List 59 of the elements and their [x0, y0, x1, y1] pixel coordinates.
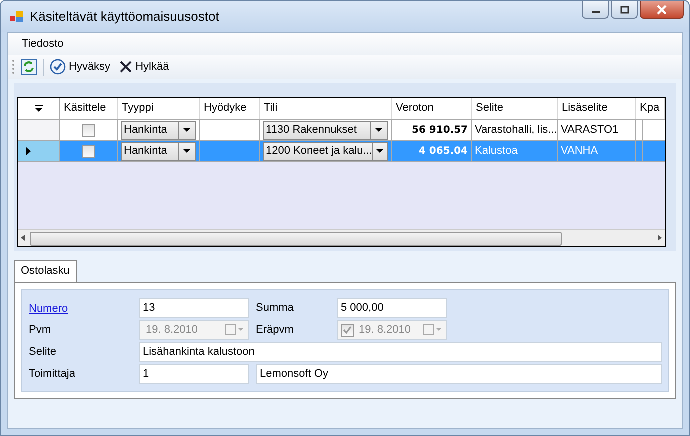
- field-label: Toimittaja: [29, 368, 76, 380]
- refresh-button[interactable]: [19, 58, 39, 76]
- scroll-thumb[interactable]: [30, 232, 562, 246]
- field-label: Eräpvm: [255, 324, 295, 336]
- checkbox[interactable]: [82, 124, 95, 136]
- column-header[interactable]: Hyödyke: [200, 98, 260, 119]
- table-row[interactable]: Hankinta 1130 Rakennukset 56 910.57 Varastohalli, lis... VARASTO1: [18, 120, 665, 141]
- tab[interactable]: Ostolasku: [14, 260, 77, 282]
- dropdown-arrow-icon: [183, 128, 191, 132]
- type-dropdown[interactable]: Hankinta: [121, 142, 196, 160]
- minimize-button[interactable]: [582, 1, 609, 19]
- account-dropdown[interactable]: 1130 Rakennukset: [263, 120, 388, 140]
- input-field[interactable]: 5 000,00: [337, 298, 447, 318]
- column-header[interactable]: Käsittele: [60, 98, 118, 119]
- column-header[interactable]: Veroton: [392, 98, 472, 119]
- table-cell: Kalustoa: [475, 145, 518, 157]
- window-title: Käsiteltävät käyttöomaisuusostot: [30, 9, 220, 24]
- field-label: Pvm: [29, 324, 52, 336]
- type-dropdown[interactable]: Hankinta: [121, 120, 196, 140]
- table-row[interactable]: Hankinta 1200 Koneet ja kalu... 4 065.04 Kalustoa VANHA: [18, 141, 665, 162]
- close-icon: [656, 4, 668, 14]
- horizontal-scrollbar[interactable]: [18, 229, 665, 246]
- table-cell: VARASTO1: [561, 124, 619, 136]
- cross-icon: [118, 60, 133, 74]
- input-field[interactable]: Lemonsoft Oy: [256, 364, 662, 384]
- number-link[interactable]: Numero: [29, 303, 68, 315]
- reject-button[interactable]: Hylkää: [116, 59, 172, 75]
- dropdown-arrow-icon: [375, 128, 383, 132]
- table-cell: 4 065.04: [418, 146, 468, 156]
- field-label: Summa: [255, 302, 295, 314]
- check-icon: [342, 324, 353, 336]
- input-field[interactable]: 1: [139, 364, 249, 384]
- table-cell: 56 910.57: [412, 124, 468, 136]
- table-cell: VANHA: [561, 145, 598, 157]
- account-dropdown[interactable]: 1200 Koneet ja kalu...: [263, 142, 388, 160]
- maximize-icon: [620, 6, 630, 14]
- input-field[interactable]: 13: [139, 298, 249, 318]
- approve-button[interactable]: Hyväksy: [48, 58, 113, 76]
- input-field[interactable]: Lisähankinta kalustoon: [139, 342, 662, 362]
- column-header[interactable]: Lisäselite: [558, 98, 636, 119]
- app-icon: [10, 10, 24, 22]
- checkbox[interactable]: [82, 144, 95, 158]
- table-cell: Varastohalli, lis...: [475, 124, 557, 136]
- column-header[interactable]: Selite: [472, 98, 558, 119]
- current-row-icon: [26, 146, 31, 156]
- column-header[interactable]: Tyyppi: [118, 98, 200, 119]
- close-button[interactable]: [640, 1, 684, 19]
- check-circle-icon: [50, 59, 66, 75]
- field-label: Selite: [29, 346, 58, 358]
- calendar-icon: [423, 324, 443, 336]
- column-header[interactable]: Tili: [260, 98, 392, 119]
- dropdown-arrow-icon: [183, 149, 191, 153]
- refresh-icon: [21, 59, 37, 75]
- calendar-icon: [225, 324, 245, 336]
- dropdown-arrow-icon: [376, 149, 384, 153]
- toolbar-grip: [12, 59, 15, 75]
- column-header[interactable]: Kpa: [636, 98, 665, 119]
- maximize-button[interactable]: [611, 1, 638, 19]
- menu-item[interactable]: Tiedosto: [22, 38, 64, 50]
